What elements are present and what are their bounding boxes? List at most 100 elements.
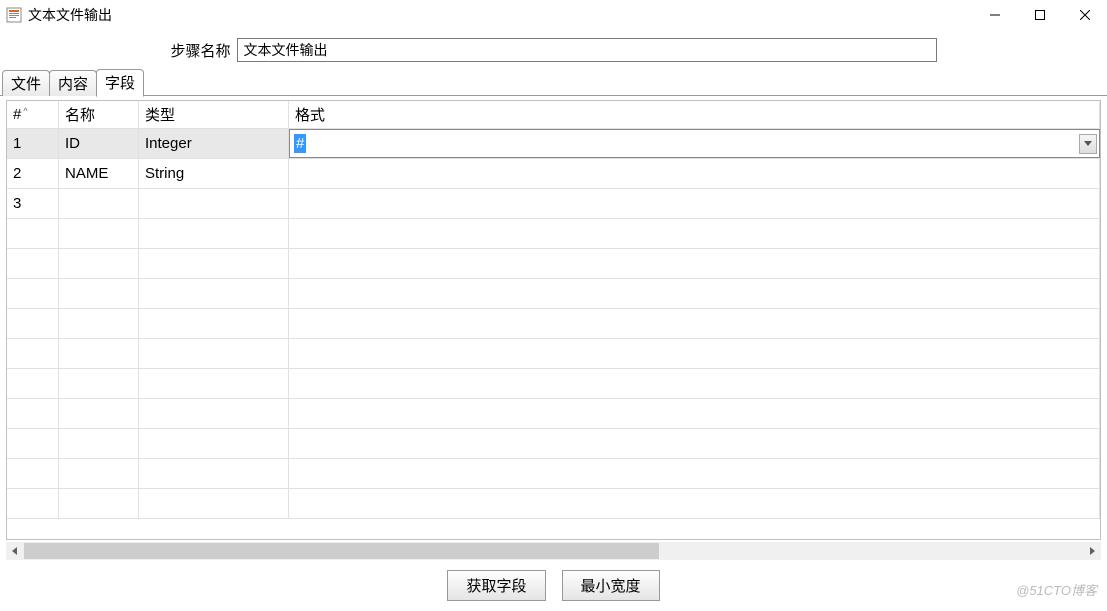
cell-num[interactable] — [7, 459, 59, 488]
cell-format[interactable] — [289, 189, 1100, 218]
tabs: 文件 内容 字段 — [0, 72, 1107, 96]
cell-name[interactable] — [59, 459, 139, 488]
step-name-input[interactable] — [237, 38, 937, 62]
cell-name[interactable] — [59, 189, 139, 218]
cell-name[interactable]: NAME — [59, 159, 139, 188]
cell-format[interactable] — [289, 369, 1100, 398]
app-icon — [6, 7, 22, 23]
watermark: @51CTO博客 — [1016, 580, 1097, 599]
dropdown-arrow-icon[interactable] — [1079, 134, 1097, 154]
cell-name[interactable] — [59, 309, 139, 338]
cell-num[interactable]: 2 — [7, 159, 59, 188]
cell-type[interactable] — [139, 399, 289, 428]
column-header-name[interactable]: 名称 — [59, 101, 139, 128]
column-header-type[interactable]: 类型 — [139, 101, 289, 128]
window-controls — [972, 0, 1107, 30]
column-header-num[interactable]: # ^ — [7, 101, 59, 128]
grid-header: # ^ 名称 类型 格式 — [7, 101, 1100, 129]
cell-format[interactable] — [289, 159, 1100, 188]
cell-type[interactable] — [139, 249, 289, 278]
cell-num[interactable] — [7, 489, 59, 518]
cell-name[interactable] — [59, 429, 139, 458]
cell-format[interactable] — [289, 429, 1100, 458]
cell-num[interactable] — [7, 429, 59, 458]
maximize-button[interactable] — [1017, 0, 1062, 30]
cell-name[interactable] — [59, 339, 139, 368]
cell-name[interactable] — [59, 399, 139, 428]
table-row[interactable] — [7, 489, 1100, 519]
tab-file[interactable]: 文件 — [2, 70, 50, 96]
table-row[interactable] — [7, 459, 1100, 489]
min-width-button[interactable]: 最小宽度 — [562, 570, 660, 601]
cell-name[interactable] — [59, 249, 139, 278]
cell-type[interactable] — [139, 339, 289, 368]
grid-body: 1IDInteger#2NAMEString3 — [7, 129, 1100, 539]
table-row[interactable] — [7, 399, 1100, 429]
cell-format[interactable] — [289, 459, 1100, 488]
cell-num[interactable] — [7, 309, 59, 338]
scroll-left-button[interactable] — [6, 542, 24, 560]
step-name-row: 步骤名称 — [0, 30, 1107, 72]
cell-num[interactable] — [7, 219, 59, 248]
cell-name[interactable] — [59, 279, 139, 308]
table-row[interactable] — [7, 339, 1100, 369]
table-row[interactable] — [7, 369, 1100, 399]
titlebar: 文本文件输出 — [0, 0, 1107, 30]
table-row[interactable] — [7, 219, 1100, 249]
cell-num[interactable] — [7, 339, 59, 368]
horizontal-scrollbar[interactable] — [6, 542, 1101, 560]
cell-num[interactable]: 1 — [7, 129, 59, 158]
editing-value[interactable]: # — [294, 134, 306, 153]
table-row[interactable] — [7, 429, 1100, 459]
close-button[interactable] — [1062, 0, 1107, 30]
cell-name[interactable] — [59, 369, 139, 398]
cell-type[interactable] — [139, 459, 289, 488]
table-row[interactable] — [7, 279, 1100, 309]
cell-type[interactable] — [139, 219, 289, 248]
cell-name[interactable] — [59, 489, 139, 518]
cell-format[interactable] — [289, 219, 1100, 248]
tab-content[interactable]: 内容 — [49, 70, 97, 96]
cell-format[interactable] — [289, 399, 1100, 428]
step-name-label: 步骤名称 — [170, 40, 230, 61]
cell-format[interactable] — [289, 339, 1100, 368]
cell-type[interactable] — [139, 429, 289, 458]
minimize-button[interactable] — [972, 0, 1017, 30]
column-header-format[interactable]: 格式 — [289, 101, 1100, 128]
window-title: 文本文件输出 — [28, 5, 112, 25]
column-num-label: # — [13, 106, 21, 123]
cell-num[interactable] — [7, 249, 59, 278]
cell-format[interactable] — [289, 489, 1100, 518]
sort-indicator-icon: ^ — [23, 106, 27, 116]
cell-num[interactable] — [7, 279, 59, 308]
table-row[interactable]: 1IDInteger # — [7, 129, 1100, 159]
cell-num[interactable] — [7, 399, 59, 428]
fields-grid: # ^ 名称 类型 格式 1IDInteger#2NAMEString3 — [6, 100, 1101, 540]
scroll-thumb[interactable] — [24, 543, 659, 559]
table-row[interactable]: 2NAMEString — [7, 159, 1100, 189]
cell-num[interactable]: 3 — [7, 189, 59, 218]
cell-type[interactable] — [139, 279, 289, 308]
cell-type[interactable] — [139, 189, 289, 218]
titlebar-left: 文本文件输出 — [6, 5, 112, 25]
cell-format[interactable]: # — [289, 129, 1100, 158]
cell-format[interactable] — [289, 279, 1100, 308]
table-row[interactable]: 3 — [7, 189, 1100, 219]
table-row[interactable] — [7, 249, 1100, 279]
cell-format[interactable] — [289, 309, 1100, 338]
bottom-buttons: 获取字段 最小宽度 — [0, 560, 1107, 611]
tab-fields[interactable]: 字段 — [96, 69, 144, 97]
cell-format[interactable] — [289, 249, 1100, 278]
cell-type[interactable]: Integer — [139, 129, 289, 158]
get-fields-button[interactable]: 获取字段 — [447, 570, 545, 601]
scroll-track[interactable] — [24, 542, 1083, 560]
cell-name[interactable]: ID — [59, 129, 139, 158]
cell-type[interactable] — [139, 489, 289, 518]
cell-type[interactable]: String — [139, 159, 289, 188]
table-row[interactable] — [7, 309, 1100, 339]
cell-type[interactable] — [139, 309, 289, 338]
cell-num[interactable] — [7, 369, 59, 398]
cell-name[interactable] — [59, 219, 139, 248]
scroll-right-button[interactable] — [1083, 542, 1101, 560]
cell-type[interactable] — [139, 369, 289, 398]
